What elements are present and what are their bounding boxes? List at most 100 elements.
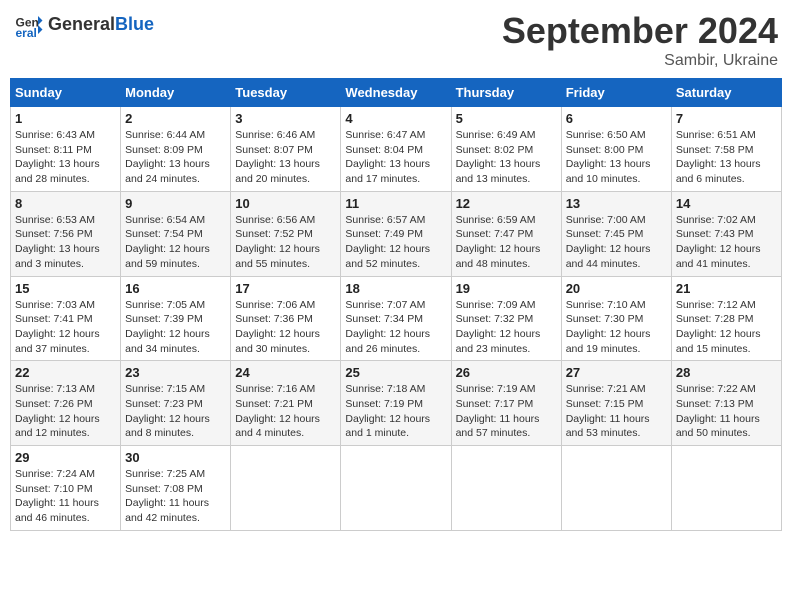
col-friday: Friday	[561, 79, 671, 107]
day-number: 6	[566, 111, 667, 126]
sunrise-text: Sunrise: 6:43 AM	[15, 129, 95, 141]
table-row: 24 Sunrise: 7:16 AM Sunset: 7:21 PM Dayl…	[231, 361, 341, 446]
col-monday: Monday	[121, 79, 231, 107]
day-number: 21	[676, 281, 777, 296]
sunset-text: Sunset: 7:54 PM	[125, 228, 203, 240]
sunrise-text: Sunrise: 6:46 AM	[235, 129, 315, 141]
day-info: Sunrise: 6:53 AM Sunset: 7:56 PM Dayligh…	[15, 213, 116, 272]
day-number: 11	[345, 196, 446, 211]
table-row: 26 Sunrise: 7:19 AM Sunset: 7:17 PM Dayl…	[451, 361, 561, 446]
sunset-text: Sunset: 7:10 PM	[15, 483, 93, 495]
table-row: 10 Sunrise: 6:56 AM Sunset: 7:52 PM Dayl…	[231, 191, 341, 276]
sunset-text: Sunset: 7:34 PM	[345, 313, 423, 325]
day-number: 29	[15, 450, 116, 465]
day-number: 22	[15, 365, 116, 380]
location: Sambir, Ukraine	[502, 52, 778, 70]
sunrise-text: Sunrise: 7:19 AM	[456, 383, 536, 395]
day-info: Sunrise: 6:56 AM Sunset: 7:52 PM Dayligh…	[235, 213, 336, 272]
daylight-text: Daylight: 12 hours and 41 minutes.	[676, 243, 761, 270]
sunset-text: Sunset: 7:39 PM	[125, 313, 203, 325]
day-info: Sunrise: 6:47 AM Sunset: 8:04 PM Dayligh…	[345, 128, 446, 187]
daylight-text: Daylight: 12 hours and 59 minutes.	[125, 243, 210, 270]
month-title: September 2024	[502, 10, 778, 52]
sunrise-text: Sunrise: 6:47 AM	[345, 129, 425, 141]
day-number: 13	[566, 196, 667, 211]
sunset-text: Sunset: 8:07 PM	[235, 144, 313, 156]
sunrise-text: Sunrise: 6:57 AM	[345, 214, 425, 226]
calendar-week-row: 1 Sunrise: 6:43 AM Sunset: 8:11 PM Dayli…	[11, 107, 782, 192]
sunset-text: Sunset: 8:02 PM	[456, 144, 534, 156]
day-number: 15	[15, 281, 116, 296]
daylight-text: Daylight: 11 hours and 42 minutes.	[125, 497, 209, 524]
table-row: 12 Sunrise: 6:59 AM Sunset: 7:47 PM Dayl…	[451, 191, 561, 276]
day-number: 20	[566, 281, 667, 296]
sunrise-text: Sunrise: 7:18 AM	[345, 383, 425, 395]
daylight-text: Daylight: 13 hours and 24 minutes.	[125, 158, 210, 185]
sunrise-text: Sunrise: 7:24 AM	[15, 468, 95, 480]
daylight-text: Daylight: 12 hours and 12 minutes.	[15, 413, 100, 440]
logo-text: GeneralBlue	[48, 15, 154, 35]
day-info: Sunrise: 7:06 AM Sunset: 7:36 PM Dayligh…	[235, 298, 336, 357]
daylight-text: Daylight: 13 hours and 28 minutes.	[15, 158, 100, 185]
sunrise-text: Sunrise: 7:05 AM	[125, 299, 205, 311]
sunset-text: Sunset: 8:00 PM	[566, 144, 644, 156]
table-row	[231, 446, 341, 531]
day-number: 16	[125, 281, 226, 296]
daylight-text: Daylight: 13 hours and 10 minutes.	[566, 158, 651, 185]
sunset-text: Sunset: 7:23 PM	[125, 398, 203, 410]
sunrise-text: Sunrise: 7:12 AM	[676, 299, 756, 311]
sunrise-text: Sunrise: 6:56 AM	[235, 214, 315, 226]
day-info: Sunrise: 6:46 AM Sunset: 8:07 PM Dayligh…	[235, 128, 336, 187]
table-row: 11 Sunrise: 6:57 AM Sunset: 7:49 PM Dayl…	[341, 191, 451, 276]
sunset-text: Sunset: 8:11 PM	[15, 144, 92, 156]
daylight-text: Daylight: 12 hours and 1 minute.	[345, 413, 430, 440]
daylight-text: Daylight: 11 hours and 50 minutes.	[676, 413, 760, 440]
day-info: Sunrise: 6:59 AM Sunset: 7:47 PM Dayligh…	[456, 213, 557, 272]
day-info: Sunrise: 7:07 AM Sunset: 7:34 PM Dayligh…	[345, 298, 446, 357]
table-row: 15 Sunrise: 7:03 AM Sunset: 7:41 PM Dayl…	[11, 276, 121, 361]
col-tuesday: Tuesday	[231, 79, 341, 107]
day-info: Sunrise: 6:54 AM Sunset: 7:54 PM Dayligh…	[125, 213, 226, 272]
day-info: Sunrise: 7:12 AM Sunset: 7:28 PM Dayligh…	[676, 298, 777, 357]
daylight-text: Daylight: 13 hours and 6 minutes.	[676, 158, 761, 185]
sunrise-text: Sunrise: 6:44 AM	[125, 129, 205, 141]
daylight-text: Daylight: 12 hours and 52 minutes.	[345, 243, 430, 270]
sunset-text: Sunset: 7:52 PM	[235, 228, 313, 240]
table-row	[341, 446, 451, 531]
daylight-text: Daylight: 11 hours and 57 minutes.	[456, 413, 540, 440]
table-row: 8 Sunrise: 6:53 AM Sunset: 7:56 PM Dayli…	[11, 191, 121, 276]
sunset-text: Sunset: 7:17 PM	[456, 398, 534, 410]
daylight-text: Daylight: 12 hours and 26 minutes.	[345, 328, 430, 355]
day-info: Sunrise: 7:10 AM Sunset: 7:30 PM Dayligh…	[566, 298, 667, 357]
table-row: 4 Sunrise: 6:47 AM Sunset: 8:04 PM Dayli…	[341, 107, 451, 192]
sunrise-text: Sunrise: 6:51 AM	[676, 129, 756, 141]
table-row: 17 Sunrise: 7:06 AM Sunset: 7:36 PM Dayl…	[231, 276, 341, 361]
day-number: 26	[456, 365, 557, 380]
sunset-text: Sunset: 7:08 PM	[125, 483, 203, 495]
sunset-text: Sunset: 7:30 PM	[566, 313, 644, 325]
day-number: 28	[676, 365, 777, 380]
table-row: 7 Sunrise: 6:51 AM Sunset: 7:58 PM Dayli…	[671, 107, 781, 192]
sunrise-text: Sunrise: 7:00 AM	[566, 214, 646, 226]
day-number: 7	[676, 111, 777, 126]
day-info: Sunrise: 7:13 AM Sunset: 7:26 PM Dayligh…	[15, 382, 116, 441]
table-row: 25 Sunrise: 7:18 AM Sunset: 7:19 PM Dayl…	[341, 361, 451, 446]
daylight-text: Daylight: 11 hours and 46 minutes.	[15, 497, 99, 524]
calendar-week-row: 15 Sunrise: 7:03 AM Sunset: 7:41 PM Dayl…	[11, 276, 782, 361]
table-row: 9 Sunrise: 6:54 AM Sunset: 7:54 PM Dayli…	[121, 191, 231, 276]
day-info: Sunrise: 6:44 AM Sunset: 8:09 PM Dayligh…	[125, 128, 226, 187]
day-info: Sunrise: 7:24 AM Sunset: 7:10 PM Dayligh…	[15, 467, 116, 526]
table-row: 3 Sunrise: 6:46 AM Sunset: 8:07 PM Dayli…	[231, 107, 341, 192]
sunrise-text: Sunrise: 7:06 AM	[235, 299, 315, 311]
day-number: 1	[15, 111, 116, 126]
daylight-text: Daylight: 12 hours and 37 minutes.	[15, 328, 100, 355]
sunset-text: Sunset: 7:47 PM	[456, 228, 534, 240]
day-info: Sunrise: 6:49 AM Sunset: 8:02 PM Dayligh…	[456, 128, 557, 187]
col-thursday: Thursday	[451, 79, 561, 107]
day-info: Sunrise: 7:21 AM Sunset: 7:15 PM Dayligh…	[566, 382, 667, 441]
day-info: Sunrise: 7:05 AM Sunset: 7:39 PM Dayligh…	[125, 298, 226, 357]
sunset-text: Sunset: 7:56 PM	[15, 228, 93, 240]
sunrise-text: Sunrise: 7:25 AM	[125, 468, 205, 480]
day-info: Sunrise: 6:57 AM Sunset: 7:49 PM Dayligh…	[345, 213, 446, 272]
sunset-text: Sunset: 7:41 PM	[15, 313, 93, 325]
